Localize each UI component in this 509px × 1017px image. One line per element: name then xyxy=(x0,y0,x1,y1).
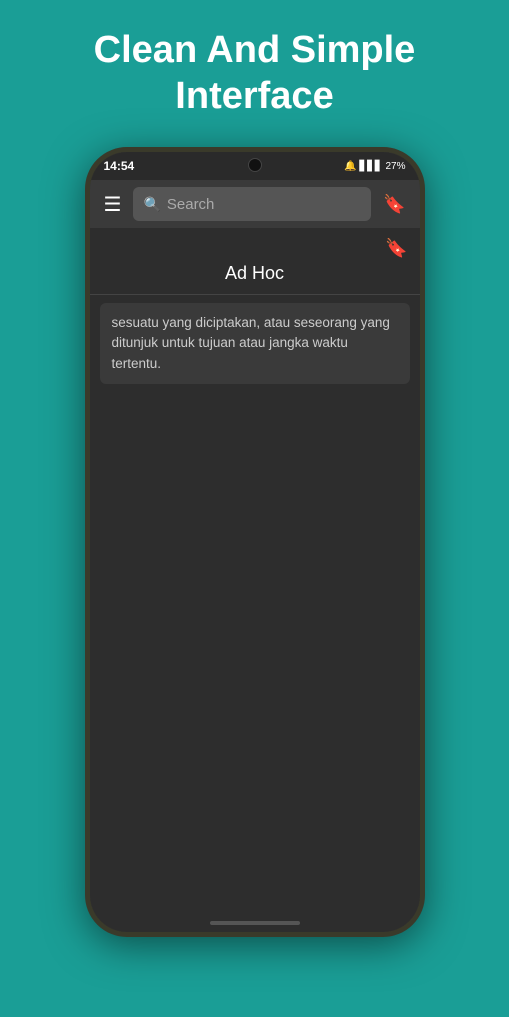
bookmark-toolbar-icon[interactable]: 🔖 xyxy=(379,190,409,219)
camera-cutout xyxy=(248,158,262,172)
bottom-home-indicator xyxy=(90,914,420,932)
home-bar xyxy=(210,921,300,925)
search-box[interactable]: 🔍 Search xyxy=(133,187,371,221)
app-screen: ☰ 🔍 Search 🔖 🔖 Ad Hoc sesuatu yang dicip… xyxy=(90,180,420,932)
phone-shell: 14:54 🔔 ▋▋▋ 27% ☰ 🔍 Search 🔖 🔖 Ad Hoc se… xyxy=(85,147,425,937)
word-title: Ad Hoc xyxy=(102,263,408,288)
status-time: 14:54 xyxy=(104,159,135,173)
battery-icon: 27% xyxy=(385,161,405,172)
word-bookmark-icon[interactable]: 🔖 xyxy=(385,238,407,259)
signal-bars-icon: ▋▋▋ xyxy=(359,161,382,172)
word-definition: sesuatu yang diciptakan, atau seseorang … xyxy=(100,303,410,384)
search-icon: 🔍 xyxy=(143,196,160,213)
notification-icon: 🔔 xyxy=(344,161,356,172)
hero-title: Clean And Simple Interface xyxy=(0,28,509,119)
word-area: 🔖 Ad Hoc sesuatu yang diciptakan, atau s… xyxy=(90,228,420,914)
menu-icon[interactable]: ☰ xyxy=(100,188,126,221)
toolbar: ☰ 🔍 Search 🔖 xyxy=(90,180,420,228)
word-header: 🔖 Ad Hoc xyxy=(90,228,420,295)
status-icons-left: 🔔 ▋▋▋ 27% xyxy=(344,161,406,172)
search-input-placeholder: Search xyxy=(167,196,215,213)
